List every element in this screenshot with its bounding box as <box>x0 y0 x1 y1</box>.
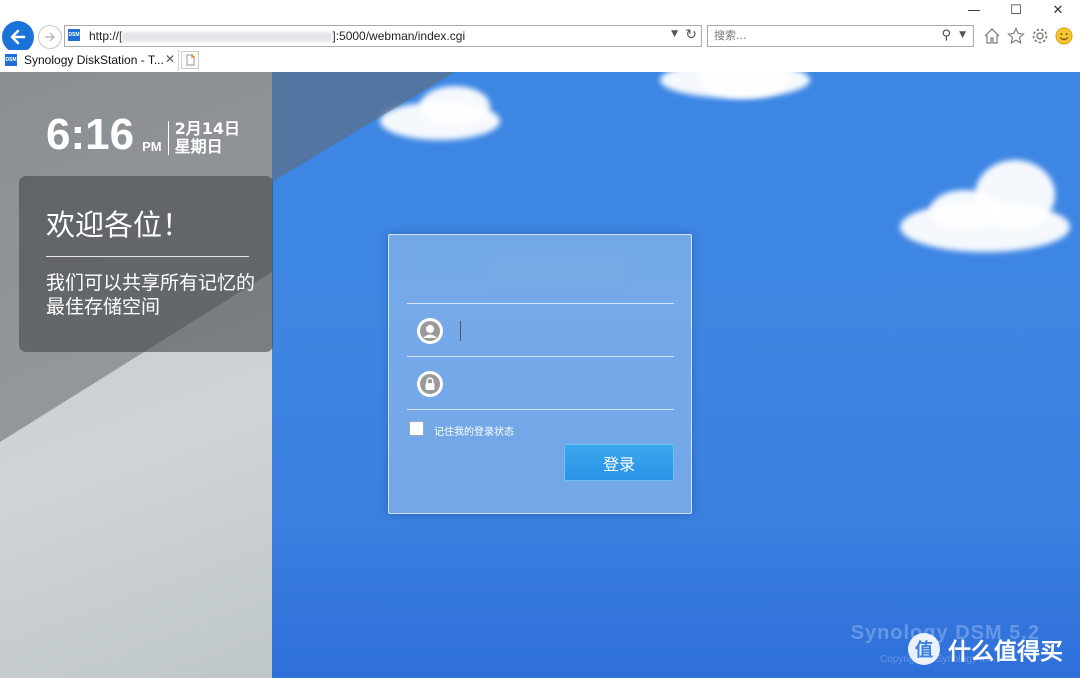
search-icon[interactable]: ⚲ <box>941 28 951 43</box>
tab-title: Synology DiskStation - T... <box>24 53 164 67</box>
back-arrow-icon <box>10 29 26 45</box>
minimize-button[interactable]: — <box>962 3 986 18</box>
tab-favicon: DSM <box>5 54 17 66</box>
divider <box>407 303 674 304</box>
new-tab-icon <box>186 54 195 66</box>
url-text: http://[]:5000/webman/index.cgi <box>89 29 466 43</box>
close-window-button[interactable]: ✕ <box>1046 3 1070 18</box>
back-button[interactable] <box>2 21 34 53</box>
clock-ampm: PM <box>142 139 162 154</box>
redacted-host <box>122 31 333 42</box>
window-controls: — ☐ ✕ <box>962 3 1070 18</box>
cloud-decoration <box>930 190 1000 230</box>
forward-button[interactable] <box>38 25 62 49</box>
remember-me-label[interactable]: 记住我的登录状态 <box>434 423 514 438</box>
toolbar-icons <box>982 26 1073 45</box>
dsm-login-page: 6:16 PM 2月14日 星期日 欢迎各位！ 我们可以共享所有记忆的最佳存储空… <box>0 72 1080 678</box>
address-bar[interactable]: DSM http://[]:5000/webman/index.cgi ▼ ↻ <box>64 25 702 47</box>
address-dropdown-icon[interactable]: ▼ <box>671 29 678 39</box>
remember-me-checkbox[interactable] <box>409 421 424 436</box>
maximize-button[interactable]: ☐ <box>1004 3 1028 18</box>
username-input[interactable] <box>459 318 668 346</box>
welcome-divider <box>46 256 249 257</box>
watermark-logo-icon: 值 <box>908 633 940 665</box>
refresh-icon[interactable]: ↻ <box>685 27 697 43</box>
clock-date: 2月14日 星期日 <box>175 120 240 156</box>
login-button[interactable]: 登录 <box>564 444 674 481</box>
watermark: 值 什么值得买 <box>908 632 1063 666</box>
new-tab-button[interactable] <box>181 51 199 69</box>
clock-widget: 6:16 PM 2月14日 星期日 <box>46 110 240 160</box>
browser-tab[interactable]: DSM Synology DiskStation - T... ✕ <box>0 50 179 71</box>
clock-time: 6:16 <box>46 110 135 159</box>
gear-icon[interactable] <box>1030 26 1049 45</box>
welcome-title: 欢迎各位！ <box>46 208 192 242</box>
welcome-message: 我们可以共享所有记忆的最佳存储空间 <box>46 272 256 318</box>
clock-divider <box>167 121 169 155</box>
user-icon <box>417 318 443 344</box>
search-box[interactable]: ⚲ ▼ <box>707 25 974 47</box>
text-cursor <box>460 321 461 341</box>
star-icon[interactable] <box>1006 26 1025 45</box>
weekday-text: 星期日 <box>174 137 223 156</box>
login-logo-placeholder <box>490 257 626 289</box>
forward-arrow-icon <box>45 32 56 42</box>
lock-icon <box>417 371 443 397</box>
browser-chrome: — ☐ ✕ DSM http://[]:5000/webman/index.cg… <box>0 0 1080 73</box>
welcome-card: 欢迎各位！ 我们可以共享所有记忆的最佳存储空间 <box>19 176 273 352</box>
date-text: 2月14日 <box>174 119 240 138</box>
password-input[interactable] <box>459 371 668 399</box>
search-input[interactable] <box>712 28 926 43</box>
watermark-text: 什么值得买 <box>948 639 1063 665</box>
tab-close-icon[interactable]: ✕ <box>165 52 175 66</box>
divider <box>407 356 674 357</box>
divider <box>407 409 674 410</box>
search-dropdown-icon[interactable]: ▼ <box>959 30 966 40</box>
smiley-icon[interactable] <box>1054 26 1073 45</box>
home-icon[interactable] <box>982 26 1001 45</box>
site-favicon: DSM <box>68 29 80 41</box>
login-panel: 记住我的登录状态 登录 <box>388 234 692 514</box>
